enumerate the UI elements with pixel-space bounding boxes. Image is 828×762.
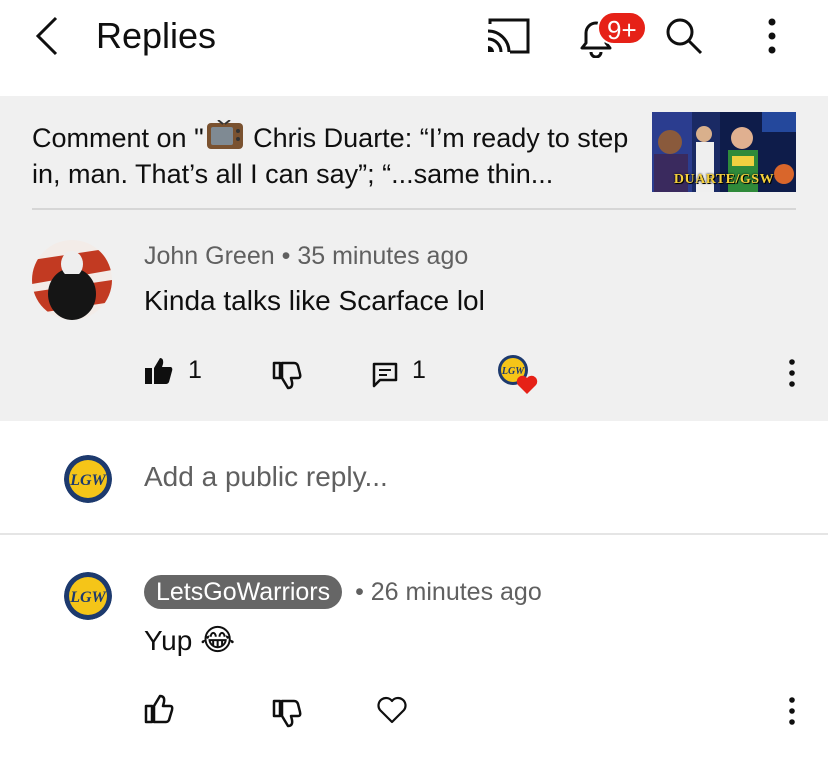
- commenter-avatar[interactable]: [32, 240, 112, 320]
- like-count: 1: [188, 356, 202, 384]
- notification-badge: 9+: [597, 11, 647, 45]
- thumbnail-caption: DUARTE/GSW: [673, 172, 775, 187]
- reply-comment: LGW LetsGoWarriors • 26 minutes ago Yup …: [0, 536, 828, 762]
- reply-text: Yup 😂: [144, 623, 235, 659]
- lgw-logo-icon: LGW: [64, 455, 112, 503]
- video-context-line[interactable]: Comment on " Chris Duarte: “I’m ready to…: [32, 120, 632, 192]
- reply-more-icon[interactable]: [780, 696, 804, 726]
- like-icon[interactable]: [144, 694, 174, 724]
- parent-comment: Comment on " Chris Duarte: “I’m ready to…: [0, 96, 828, 421]
- laughing-emoji-icon: 😂: [200, 624, 236, 657]
- meta-separator: •: [355, 578, 364, 606]
- reply-avatar[interactable]: LGW: [64, 572, 112, 620]
- back-arrow-icon[interactable]: [30, 14, 70, 58]
- video-thumbnail[interactable]: DUARTE/GSW: [652, 112, 796, 192]
- reply-composer[interactable]: LGW Add a public reply...: [0, 421, 828, 535]
- heart-outline-icon[interactable]: [377, 696, 407, 724]
- heart-icon: [516, 375, 538, 394]
- creator-avatar-small: LGW: [498, 355, 538, 394]
- creator-heart-badge: LGW: [497, 354, 539, 396]
- comment-more-icon[interactable]: [780, 358, 804, 388]
- meta-separator: •: [281, 242, 291, 270]
- page-title: Replies: [96, 15, 217, 56]
- more-vert-icon[interactable]: [760, 16, 784, 56]
- divider: [32, 208, 796, 210]
- top-app-bar: Replies 9+: [0, 0, 828, 96]
- context-prefix: Comment on ": [32, 123, 204, 153]
- avatar-label: LGW: [69, 589, 107, 606]
- reply-input[interactable]: Add a public reply...: [144, 459, 388, 495]
- dislike-icon[interactable]: [272, 360, 302, 390]
- avatar-image: [32, 240, 112, 320]
- creator-avatar-label: LGW: [501, 366, 525, 377]
- comment-text: Kinda talks like Scarface lol: [144, 285, 485, 316]
- avatar-label: LGW: [69, 472, 107, 489]
- comment-timestamp: 35 minutes ago: [297, 242, 469, 270]
- like-filled-icon[interactable]: [144, 356, 174, 386]
- comment-author[interactable]: John Green: [144, 242, 275, 270]
- reply-meta: LetsGoWarriors • 26 minutes ago: [144, 575, 542, 609]
- cast-icon[interactable]: [486, 18, 530, 54]
- comment-meta: John Green • 35 minutes ago: [144, 240, 468, 272]
- reply-author-chip[interactable]: LetsGoWarriors: [144, 575, 343, 609]
- user-avatar: LGW: [64, 455, 112, 503]
- reply-count: 1: [412, 356, 426, 384]
- television-emoji-icon: [206, 120, 243, 149]
- lgw-logo-icon: LGW: [64, 572, 112, 620]
- reply-timestamp: 26 minutes ago: [370, 578, 542, 606]
- reply-text-body: Yup: [144, 625, 193, 656]
- search-icon[interactable]: [664, 16, 704, 56]
- dislike-icon[interactable]: [272, 698, 302, 728]
- reply-comment-icon[interactable]: [372, 362, 398, 388]
